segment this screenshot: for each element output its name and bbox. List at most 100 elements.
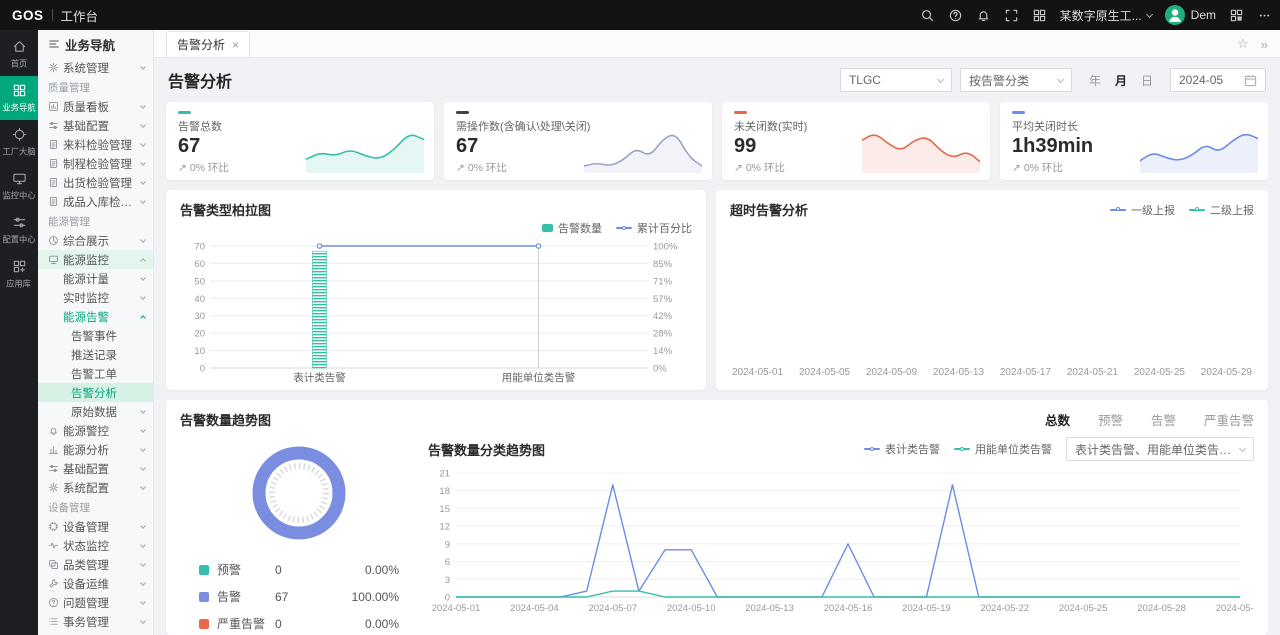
app-root: GOS 工作台 某数字原生工... Dem 首页业务导航工厂大脑监控中心配置中心… (0, 0, 1280, 635)
trend-tab-1[interactable]: 预警 (1098, 410, 1123, 429)
bell-icon (48, 425, 59, 436)
sidebar-item-raw-data[interactable]: 原始数据 (38, 402, 153, 421)
apps-grid-icon[interactable] (1032, 8, 1047, 23)
sidebar-item-overview-display[interactable]: 综合展示 (38, 231, 153, 250)
avatar[interactable] (1165, 5, 1185, 25)
charts-row: 告警类型柏拉图 告警数量 累计百分比 00%1014%2028%3042%4057… (166, 190, 1268, 390)
sidebar-item-energy-monitor[interactable]: 能源监控 (38, 250, 153, 269)
sidebar-item-label: 出货检验管理 (63, 175, 137, 191)
pareto-chart: 00%1014%2028%3042%4057%5071%6085%70100%表… (180, 238, 692, 386)
fullscreen-icon[interactable] (1004, 8, 1019, 23)
sidebar-item-base-config[interactable]: 基础配置 (38, 116, 153, 135)
rail-item-home[interactable]: 首页 (0, 32, 38, 76)
org-select[interactable]: TLGC (840, 68, 952, 92)
star-icon[interactable]: ☆ (1237, 36, 1249, 52)
divider (52, 9, 53, 21)
donut-legend-row-warning[interactable]: 预警00.00% (199, 561, 399, 578)
help-icon[interactable] (948, 8, 963, 23)
trend-head: 告警数量趋势图 总数预警告警严重告警 (180, 410, 1254, 429)
period-option-0[interactable]: 年 (1082, 70, 1108, 91)
sidebar-item-energy-control[interactable]: 能源警控 (38, 421, 153, 440)
legend-value: 0 (275, 563, 282, 577)
sidebar-item-alarm-analysis[interactable]: 告警分析 (38, 383, 153, 402)
sidebar-item-energy-metering[interactable]: 能源计量 (38, 269, 153, 288)
donut-legend: 预警00.00% 告警67100.00% 严重告警00.00% (199, 561, 399, 632)
rail-item-biz-nav[interactable]: 业务导航 (0, 76, 38, 120)
layout-grid-icon[interactable] (1229, 8, 1244, 23)
legend-label: 累计百分比 (637, 220, 692, 236)
sidebar-item-system-config[interactable]: 系统配置 (38, 478, 153, 497)
legend-percent: 0.00% (365, 617, 399, 631)
sidebar-item-spare-parts[interactable]: 备件管理 (38, 631, 153, 635)
sidebar-item-energy-alarm[interactable]: 能源告警 (38, 307, 153, 326)
tab-alarm-analysis[interactable]: 告警分析 × (166, 31, 250, 57)
stat-accent (456, 111, 469, 114)
sidebar-item-push-records[interactable]: 推送记录 (38, 345, 153, 364)
bell-icon[interactable] (976, 8, 991, 23)
sidebar-item-realtime-monitor[interactable]: 实时监控 (38, 288, 153, 307)
donut-legend-row-critical[interactable]: 严重告警00.00% (199, 615, 399, 632)
sidebar-item-category-mgmt[interactable]: 品类管理 (38, 555, 153, 574)
sidebar-item-status-monitor[interactable]: 状态监控 (38, 536, 153, 555)
donut-legend-row-alarm[interactable]: 告警67100.00% (199, 588, 399, 605)
rail-item-factory-brain[interactable]: 工厂大脑 (0, 120, 38, 164)
chevron-up-icon (140, 258, 146, 264)
timeout-x-label: 2024-05-13 (933, 367, 984, 378)
more-icon[interactable] (1257, 8, 1272, 23)
sidebar-item-incoming-inspection[interactable]: 来料检验管理 (38, 135, 153, 154)
legend-level2-report[interactable]: 二级上报 (1189, 202, 1254, 218)
sidebar-item-base-config-2[interactable]: 基础配置 (38, 459, 153, 478)
rail-item-app-library[interactable]: 应用库 (0, 252, 38, 296)
rail-item-label: 应用库 (7, 277, 32, 289)
svg-text:15: 15 (439, 504, 450, 515)
period-option-1[interactable]: 月 (1108, 70, 1134, 91)
sidebar-item-alarm-workorder[interactable]: 告警工单 (38, 364, 153, 383)
chevron-down-icon (140, 198, 146, 204)
chevron-down-icon (1239, 444, 1246, 451)
date-picker[interactable]: 2024-05 (1170, 68, 1266, 92)
sidebar-item-energy-analysis[interactable]: 能源分析 (38, 440, 153, 459)
search-icon[interactable] (920, 8, 935, 23)
legend-cumulative-pct[interactable]: 累计百分比 (616, 220, 692, 236)
period-option-2[interactable]: 日 (1134, 70, 1160, 91)
sidebar-item-affair-mgmt[interactable]: 事务管理 (38, 612, 153, 631)
sparkline (1140, 125, 1258, 173)
sidebar-item-device-ops[interactable]: 设备运维 (38, 574, 153, 593)
chevron-down-icon (140, 275, 146, 281)
sidebar-item-alarm-events[interactable]: 告警事件 (38, 326, 153, 345)
workspace-title[interactable]: 工作台 (61, 6, 99, 25)
trend-body: 预警00.00%告警67100.00%严重告警00.00% 告警数量分类趋势图 … (180, 435, 1254, 635)
sidebar-item-device-mgmt-item[interactable]: 设备管理 (38, 517, 153, 536)
sidebar-item-system-mgmt[interactable]: 系统管理 (38, 58, 153, 77)
app-rail: 首页业务导航工厂大脑监控中心配置中心应用库 (0, 30, 38, 635)
legend-unit-alarm[interactable]: 用能单位类告警 (954, 441, 1052, 457)
sidebar-item-quality-board[interactable]: 质量看板 (38, 97, 153, 116)
trend-tab-0[interactable]: 总数 (1045, 410, 1070, 429)
rail-item-config-center[interactable]: 配置中心 (0, 208, 38, 252)
timeout-x-label: 2024-05-29 (1201, 367, 1252, 378)
close-icon[interactable]: × (232, 38, 239, 52)
trend-tab-2[interactable]: 告警 (1151, 410, 1176, 429)
series-filter-select[interactable]: 表计类告警、用能单位类告警、节能... (1066, 437, 1254, 461)
sidebar-item-process-inspection[interactable]: 制程检验管理 (38, 154, 153, 173)
legend-alarm-count[interactable]: 告警数量 (542, 220, 602, 236)
classify-select[interactable]: 按告警分类 (960, 68, 1072, 92)
pareto-title: 告警类型柏拉图 (180, 200, 271, 219)
sidebar-item-label: 品类管理 (63, 557, 137, 573)
svg-text:50: 50 (194, 276, 205, 287)
chevron-down-icon (140, 408, 146, 414)
sidebar-item-label: 综合展示 (63, 233, 137, 249)
trend-tab-3[interactable]: 严重告警 (1204, 410, 1254, 429)
sidebar-item-shipping-inspection[interactable]: 出货检验管理 (38, 173, 153, 192)
sidebar-item-warehouse-inspection[interactable]: 成品入库检验管理 (38, 192, 153, 211)
username[interactable]: Dem (1191, 8, 1216, 22)
rail-item-monitor-center[interactable]: 监控中心 (0, 164, 38, 208)
period-switch: 年月日 (1082, 70, 1160, 91)
svg-text:10: 10 (194, 346, 205, 357)
tenant-select[interactable]: 某数字原生工... (1060, 7, 1152, 24)
collapse-tabs-icon[interactable]: » (1261, 37, 1268, 52)
sidebar-item-issue-mgmt[interactable]: 问题管理 (38, 593, 153, 612)
legend-meter-alarm[interactable]: 表计类告警 (864, 441, 940, 457)
legend-level1-report[interactable]: 一级上报 (1110, 202, 1175, 218)
chevron-down-icon (140, 465, 146, 471)
